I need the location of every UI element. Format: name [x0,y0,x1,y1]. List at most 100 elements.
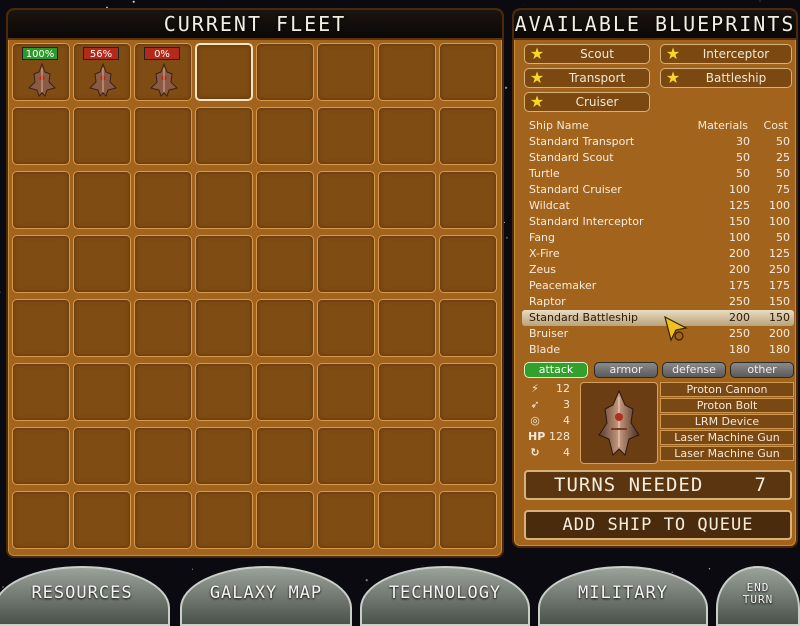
fleet-slot[interactable]: 100% [12,43,70,101]
fleet-slot[interactable] [12,427,70,485]
header-ship-name: Ship Name [529,119,589,132]
fleet-slot[interactable] [378,235,436,293]
fleet-slot[interactable] [439,363,497,421]
fleet-slot[interactable] [317,107,375,165]
fleet-slot[interactable] [134,491,192,549]
fleet-slot[interactable] [317,299,375,357]
fleet-slot[interactable]: 0% [134,43,192,101]
ship-list-row[interactable]: Wildcat 125 100 [522,198,794,214]
fleet-slot[interactable] [317,363,375,421]
fleet-slot[interactable] [439,491,497,549]
fleet-slot[interactable] [134,363,192,421]
fleet-slot[interactable] [378,299,436,357]
fleet-slot[interactable] [439,107,497,165]
ship-list-row[interactable]: Standard Cruiser 100 75 [522,182,794,198]
fleet-slot[interactable] [12,107,70,165]
fleet-slot[interactable] [12,235,70,293]
fleet-slot[interactable] [378,363,436,421]
fleet-slot[interactable]: 56% [73,43,131,101]
fleet-slot[interactable] [439,235,497,293]
fleet-slot[interactable] [256,235,314,293]
weapon-slot-3: LRM Device [660,414,794,429]
tab-attack[interactable]: attack [524,362,588,378]
fleet-slot[interactable] [378,107,436,165]
ship-list-row[interactable]: Fang 100 50 [522,230,794,246]
fleet-slot[interactable] [73,363,131,421]
fleet-slot[interactable] [317,427,375,485]
fleet-slot[interactable] [317,491,375,549]
fleet-slot[interactable] [134,299,192,357]
fleet-slot[interactable] [73,107,131,165]
fleet-slot[interactable] [73,235,131,293]
fleet-slot[interactable] [256,107,314,165]
blueprint-tab-scout[interactable]: ★ Scout [524,44,650,64]
fleet-slot[interactable] [12,491,70,549]
ship-list-row[interactable]: Standard Scout 50 25 [522,150,794,166]
tab-armor[interactable]: armor [594,362,658,378]
fleet-slot[interactable] [134,235,192,293]
blueprint-tab-battleship[interactable]: ★ Battleship [660,68,792,88]
fleet-slot[interactable] [317,235,375,293]
ship-list-row[interactable]: Raptor 250 150 [522,294,794,310]
mouse-cursor-icon [664,316,688,342]
fleet-slot[interactable] [195,427,253,485]
ship-list-row[interactable]: Blade 180 180 [522,342,794,358]
tab-defense[interactable]: defense [662,362,726,378]
fleet-slot[interactable] [378,491,436,549]
fleet-slot[interactable] [256,171,314,229]
fleet-slot[interactable] [378,171,436,229]
fleet-slot[interactable] [134,171,192,229]
ship-materials: 50 [736,151,750,164]
fleet-slot[interactable] [134,107,192,165]
fleet-slot[interactable] [256,43,314,101]
ship-list-row[interactable]: Turtle 50 50 [522,166,794,182]
ship-list-row[interactable]: Standard Battleship 200 150 [522,310,794,326]
blueprints-title: AVAILABLE BLUEPRINTS [514,10,796,40]
fleet-slot[interactable] [378,427,436,485]
star-icon: ★ [665,44,681,63]
fleet-slot[interactable] [73,427,131,485]
fleet-slot[interactable] [439,43,497,101]
fleet-slot[interactable] [195,107,253,165]
ship-list-row[interactable]: Zeus 200 250 [522,262,794,278]
fleet-slot[interactable] [195,235,253,293]
fleet-slot[interactable] [256,427,314,485]
blueprint-tab-cruiser[interactable]: ★ Cruiser [524,92,650,112]
fleet-slot[interactable] [12,171,70,229]
ship-health-badge: 100% [22,47,58,60]
fleet-slot[interactable] [195,299,253,357]
fleet-slot[interactable] [439,171,497,229]
fleet-slot[interactable] [195,43,253,101]
fleet-slot[interactable] [134,427,192,485]
fleet-slot[interactable] [439,427,497,485]
fleet-slot[interactable] [256,299,314,357]
stat-value: 3 [563,398,570,411]
fleet-slot[interactable] [73,171,131,229]
missile-icon: ➶ [530,398,540,411]
fleet-slot[interactable] [195,171,253,229]
ship-list-row[interactable]: Bruiser 250 200 [522,326,794,342]
fleet-slot[interactable] [256,363,314,421]
ship-list-row[interactable]: Standard Interceptor 150 100 [522,214,794,230]
ship-list-row[interactable]: Standard Transport 30 50 [522,134,794,150]
fleet-slot[interactable] [256,491,314,549]
fleet-slot[interactable] [12,363,70,421]
fleet-slot[interactable] [73,491,131,549]
fleet-slot[interactable] [195,491,253,549]
blueprint-tab-interceptor[interactable]: ★ Interceptor [660,44,792,64]
ship-health-badge: 56% [83,47,119,60]
fleet-slot[interactable] [378,43,436,101]
ship-list-row[interactable]: X-Fire 200 125 [522,246,794,262]
fleet-slot[interactable] [317,171,375,229]
ship-list-row[interactable]: Peacemaker 175 175 [522,278,794,294]
fleet-slot[interactable] [73,299,131,357]
fleet-title: CURRENT FLEET [8,10,502,40]
fleet-slot[interactable] [12,299,70,357]
header-materials: Materials [697,119,748,132]
blueprint-tab-transport[interactable]: ★ Transport [524,68,650,88]
fleet-slot[interactable] [439,299,497,357]
fleet-slot[interactable] [195,363,253,421]
fleet-slot[interactable] [317,43,375,101]
add-ship-to-queue-button[interactable]: ADD SHIP TO QUEUE [524,510,792,540]
tab-other[interactable]: other [730,362,794,378]
